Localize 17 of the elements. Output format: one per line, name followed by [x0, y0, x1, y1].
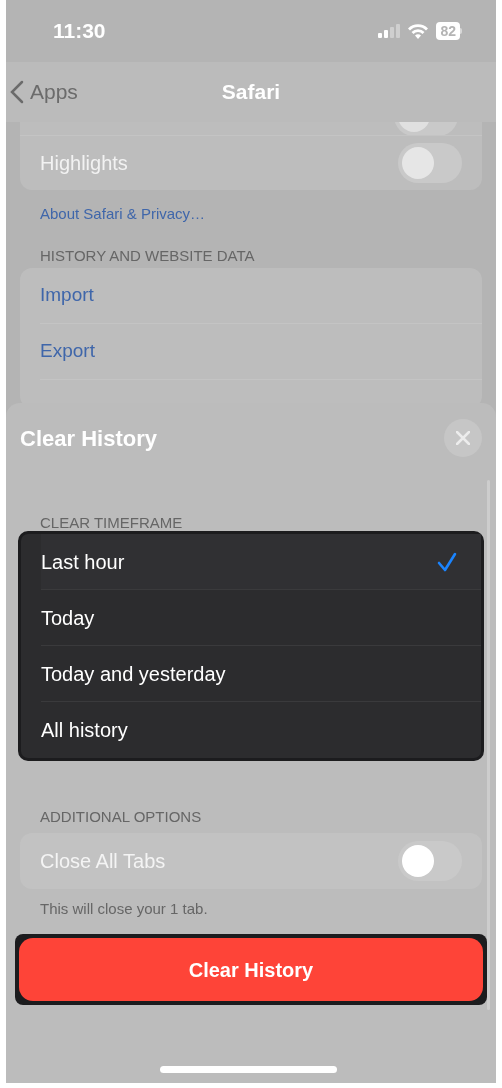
- back-link[interactable]: Apps: [6, 76, 78, 108]
- timeframe-option[interactable]: All history: [41, 702, 481, 758]
- page-title: Safari: [221, 79, 281, 106]
- section-header: HISTORY AND WEBSITE DATA: [40, 247, 255, 264]
- sheet-title: Clear History: [20, 424, 157, 453]
- clear-history-button[interactable]: Clear History: [19, 938, 483, 1001]
- timeframe-option[interactable]: Last hour: [41, 534, 481, 590]
- battery-icon: 82: [436, 22, 462, 40]
- section-header: ADDITIONAL OPTIONS: [40, 808, 202, 825]
- timeframe-option[interactable]: Today: [41, 590, 481, 646]
- section-header: CLEAR TIMEFRAME: [40, 514, 183, 531]
- privacy-link[interactable]: About Safari & Privacy…: [40, 205, 206, 222]
- action-link[interactable]: Import: [40, 281, 94, 310]
- timeframe-option[interactable]: Today and yesterday: [41, 646, 481, 702]
- action-link[interactable]: Export: [40, 337, 95, 366]
- time-text: 11:30: [53, 18, 106, 45]
- footnote-text: This will close your 1 tab.: [40, 900, 208, 917]
